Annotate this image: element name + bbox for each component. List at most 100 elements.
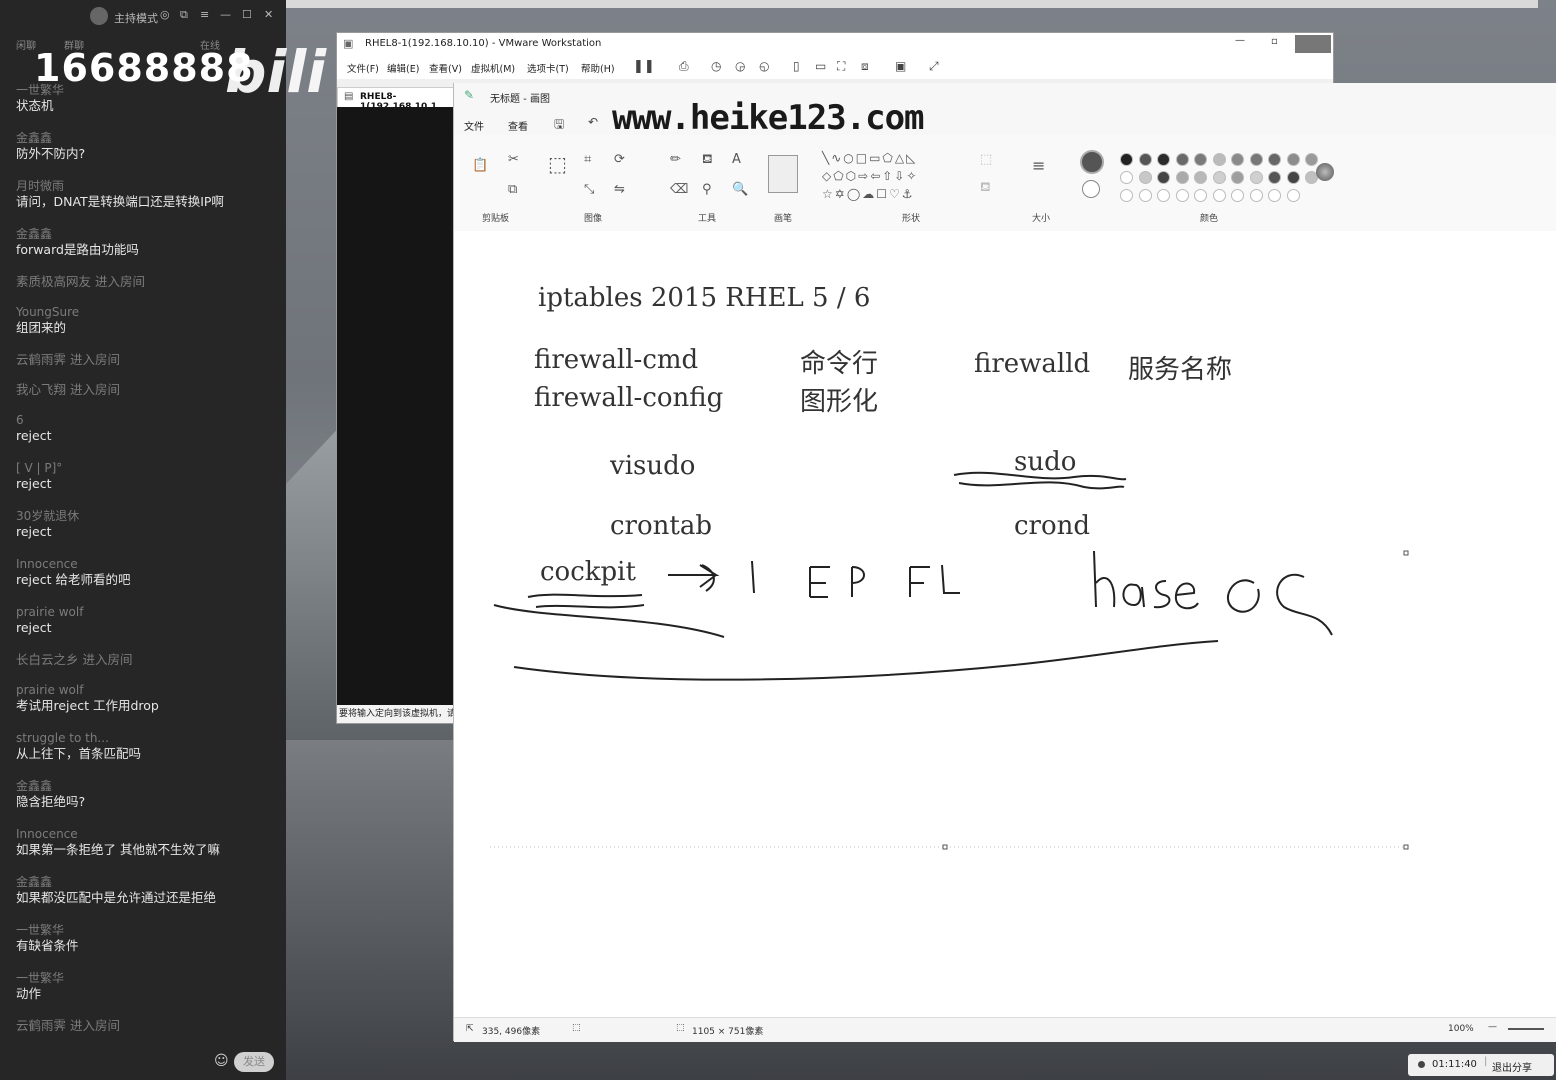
- zoom-slider[interactable]: [1508, 1028, 1544, 1030]
- chat-username[interactable]: 金鑫鑫: [16, 778, 276, 794]
- undo-icon[interactable]: ↶: [588, 115, 598, 129]
- palette-color-swatch[interactable]: [1286, 171, 1300, 184]
- palette-color-swatch[interactable]: [1305, 153, 1318, 166]
- color-picker-icon[interactable]: ⚲: [702, 183, 712, 197]
- snapshot-icon[interactable]: ◷: [711, 59, 721, 73]
- pause-icon[interactable]: ❚❚: [633, 59, 655, 74]
- cut-icon[interactable]: ✂: [508, 153, 519, 167]
- send-ctrl-alt-del-icon[interactable]: ⎙: [679, 59, 689, 74]
- chat-username[interactable]: 一世繁华: [16, 970, 276, 986]
- custom-color-slot[interactable]: [1194, 189, 1207, 202]
- color2-swatch[interactable]: [1082, 180, 1100, 198]
- palette-color-swatch[interactable]: [1212, 171, 1226, 184]
- palette-color-swatch[interactable]: [1231, 171, 1244, 184]
- palette-color-swatch[interactable]: [1157, 153, 1170, 166]
- menu-view[interactable]: 查看(V): [429, 61, 462, 75]
- pencil-icon[interactable]: ✏: [670, 153, 681, 167]
- close-icon[interactable]: ✕: [264, 8, 273, 21]
- console-view-icon[interactable]: ▣: [895, 59, 906, 73]
- vmware-maximize-icon[interactable]: ▫: [1271, 36, 1278, 47]
- custom-color-slot[interactable]: [1231, 189, 1244, 202]
- chat-username[interactable]: Innocence: [16, 826, 276, 842]
- palette-color-swatch[interactable]: [1120, 171, 1133, 184]
- minimize-icon[interactable]: —: [220, 8, 231, 21]
- vmware-close-icon[interactable]: [1295, 35, 1331, 53]
- flip-icon[interactable]: ⇋: [614, 183, 625, 197]
- chat-username[interactable]: prairie wolf: [16, 682, 276, 698]
- shapes-arrow-icon[interactable]: ◇⬠⬡⇨⇦⇧⇩✧: [822, 169, 918, 183]
- menu-icon[interactable]: ≡: [200, 8, 209, 21]
- menu-file[interactable]: 文件(F): [347, 61, 379, 75]
- show-library-icon[interactable]: ▯: [793, 59, 800, 73]
- snapshot-manager-icon[interactable]: ◵: [759, 59, 769, 73]
- paste-icon[interactable]: 📋: [472, 159, 488, 173]
- menu-vm[interactable]: 虚拟机(M): [471, 61, 515, 75]
- vm-tab[interactable]: ▤ RHEL8-1(192.168.10.1: [337, 87, 457, 112]
- palette-color-swatch[interactable]: [1249, 171, 1263, 184]
- rotate-icon[interactable]: ⟳: [614, 153, 625, 167]
- chat-username[interactable]: prairie wolf: [16, 604, 276, 620]
- menu-edit[interactable]: 编辑(E): [387, 61, 419, 75]
- menu-tabs[interactable]: 选项卡(T): [527, 61, 569, 75]
- chat-username[interactable]: 30岁就退休: [16, 508, 276, 524]
- chat-username[interactable]: 6: [16, 412, 276, 428]
- vm-console[interactable]: [337, 107, 455, 707]
- color1-swatch[interactable]: [1080, 150, 1104, 174]
- palette-color-swatch[interactable]: [1194, 171, 1207, 184]
- exit-share-button[interactable]: 退出分享: [1492, 1059, 1532, 1074]
- magnifier-icon[interactable]: 🔍: [732, 183, 748, 197]
- settings-icon[interactable]: ◎: [160, 8, 170, 21]
- custom-color-slot[interactable]: [1120, 189, 1133, 202]
- copy-icon[interactable]: ⧉: [508, 183, 517, 197]
- vmware-minimize-icon[interactable]: —: [1235, 35, 1245, 46]
- palette-color-swatch[interactable]: [1120, 153, 1133, 166]
- chat-username[interactable]: struggle to th...: [16, 730, 276, 746]
- custom-color-slot[interactable]: [1175, 189, 1189, 202]
- revert-snapshot-icon[interactable]: ◶: [735, 59, 745, 73]
- crop-icon[interactable]: ⌗: [584, 153, 591, 167]
- brush-icon[interactable]: [768, 155, 798, 193]
- unity-icon[interactable]: ⧈: [861, 59, 869, 74]
- palette-color-swatch[interactable]: [1157, 171, 1170, 184]
- select-icon[interactable]: ⬚: [548, 154, 567, 174]
- palette-color-swatch[interactable]: [1249, 153, 1263, 166]
- outline-icon[interactable]: ⬚: [980, 153, 992, 167]
- eraser-icon[interactable]: ⌫: [670, 183, 688, 197]
- chat-username[interactable]: 金鑫鑫: [16, 130, 276, 146]
- chat-username[interactable]: 金鑫鑫: [16, 226, 276, 242]
- palette-color-swatch[interactable]: [1138, 171, 1152, 184]
- custom-color-slot[interactable]: [1268, 189, 1281, 202]
- menu-help[interactable]: 帮助(H): [581, 61, 615, 75]
- custom-color-slot[interactable]: [1212, 189, 1226, 202]
- palette-color-swatch[interactable]: [1175, 171, 1189, 184]
- chat-username[interactable]: 金鑫鑫: [16, 874, 276, 890]
- tab-file[interactable]: 文件: [464, 118, 484, 133]
- thumbnail-icon[interactable]: ▭: [815, 59, 826, 73]
- tab-view[interactable]: 查看: [508, 118, 528, 133]
- chat-username[interactable]: 月时微雨: [16, 178, 276, 194]
- chat-username[interactable]: Innocence: [16, 556, 276, 572]
- paint-canvas[interactable]: iptables 2015 RHEL 5 / 6 firewall-cmd 命令…: [454, 231, 1556, 1017]
- send-button[interactable]: 发送: [234, 1052, 274, 1072]
- chat-username[interactable]: YoungSure: [16, 304, 276, 320]
- chat-username[interactable]: 一世繁华: [16, 922, 276, 938]
- palette-color-swatch[interactable]: [1286, 153, 1300, 166]
- shapes-line-icon[interactable]: ╲∿○□▭⬠△◺: [822, 151, 917, 165]
- palette-color-swatch[interactable]: [1212, 153, 1226, 166]
- chat-tab[interactable]: 闲聊: [16, 37, 36, 52]
- fullscreen-icon[interactable]: ⛶: [837, 59, 845, 74]
- resize-icon[interactable]: ⤡: [584, 183, 594, 197]
- palette-color-swatch[interactable]: [1175, 153, 1189, 166]
- stretch-icon[interactable]: ⤢: [929, 59, 939, 74]
- popout-icon[interactable]: ⧉: [180, 8, 188, 22]
- fill-shape-icon[interactable]: ⛾: [980, 181, 991, 195]
- palette-color-swatch[interactable]: [1231, 153, 1244, 166]
- custom-color-slot[interactable]: [1138, 189, 1152, 202]
- zoom-out-icon[interactable]: —: [1488, 1022, 1497, 1032]
- size-icon[interactable]: ≡: [1032, 158, 1045, 174]
- custom-color-slot[interactable]: [1286, 189, 1300, 202]
- fill-icon[interactable]: ⛾: [702, 153, 713, 167]
- maximize-icon[interactable]: ☐: [242, 8, 252, 21]
- custom-color-slot[interactable]: [1249, 189, 1263, 202]
- emoji-icon[interactable]: ☺: [214, 1053, 229, 1069]
